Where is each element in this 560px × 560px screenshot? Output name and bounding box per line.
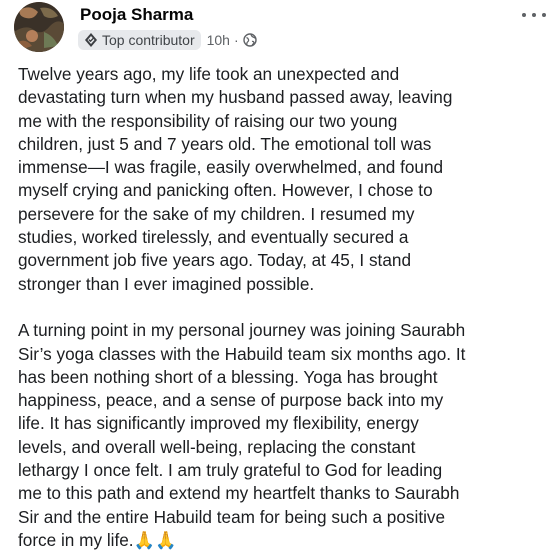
post-body: Twelve years ago, my life took an unexpe… <box>18 63 548 552</box>
post-paragraph-1: Twelve years ago, my life took an unexpe… <box>18 64 453 294</box>
top-contributor-badge[interactable]: Top contributor <box>78 30 201 50</box>
top-contributor-icon <box>83 32 99 48</box>
meta-separator: · <box>233 32 239 48</box>
post-paragraph-2: A turning point in my personal journey w… <box>18 320 466 550</box>
post-card: Pooja Sharma Top contributor 10h · Twelv… <box>0 0 560 560</box>
more-dot <box>522 13 526 17</box>
more-dot <box>542 13 546 17</box>
post-timestamp[interactable]: 10h <box>207 32 230 48</box>
badge-label: Top contributor <box>102 32 195 48</box>
globe-icon[interactable] <box>242 33 257 47</box>
author-name[interactable]: Pooja Sharma <box>80 4 193 26</box>
avatar[interactable] <box>14 2 64 52</box>
avatar-photo <box>14 2 64 52</box>
post-header: Pooja Sharma Top contributor 10h · <box>0 0 560 60</box>
post-meta: Top contributor 10h · <box>78 29 257 51</box>
more-dot <box>532 13 536 17</box>
more-options-icon[interactable] <box>522 6 546 24</box>
